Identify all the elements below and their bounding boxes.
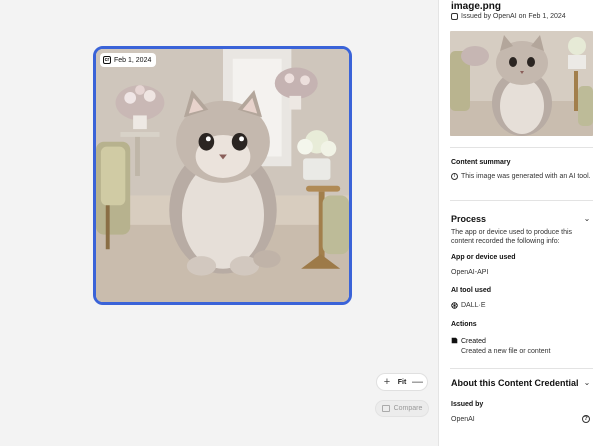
actions-label: Actions [451,321,477,328]
ai-tool-value: DALL·E [461,302,486,309]
compare-icon [381,405,390,412]
image-date-chip: cr Feb 1, 2024 [100,53,157,67]
issued-text: Issued by OpenAI on Feb 1, 2024 [461,13,566,20]
help-icon[interactable]: ? [582,415,590,423]
compare-label: Compare [393,405,423,412]
file-name: image.png [451,1,502,12]
app-device-value: OpenAI-API [451,269,489,276]
issued-by-label: Issued by [451,401,484,408]
image-thumbnail [450,31,593,136]
process-heading[interactable]: Process [451,214,486,224]
content-summary-title: Content summary [451,159,511,166]
minus-icon[interactable]: — [412,377,423,388]
zoom-fit-button[interactable]: Fit [398,379,407,386]
action-title: Created [461,338,486,345]
divider [450,200,593,201]
content-credential-icon [451,13,458,20]
selected-image[interactable]: cr Feb 1, 2024 [93,46,352,305]
thumbnail-illustration [450,31,593,136]
image-date-label: Feb 1, 2024 [114,56,152,64]
details-panel: image.png Issued by OpenAI on Feb 1, 202… [438,0,614,446]
issued-by-value: OpenAI [451,416,475,423]
chevron-down-icon[interactable]: ⌄ [583,215,591,223]
compare-button[interactable]: Compare [375,400,429,417]
content-summary-text: This image was generated with an AI tool… [461,173,591,180]
cat-illustration [96,49,349,302]
plus-icon[interactable]: + [382,377,392,388]
openai-icon [451,302,458,309]
content-credential-icon: cr [103,56,111,64]
image-canvas: cr Feb 1, 2024 + Fit — Compare [0,0,438,446]
divider [450,368,593,369]
process-description: The app or device used to produce this c… [451,229,573,245]
about-heading[interactable]: About this Content Credential [451,378,579,388]
app-device-label: App or device used [451,254,516,261]
action-description: Created a new file or content [461,348,551,355]
created-icon [451,337,458,344]
ai-tool-label: AI tool used [451,287,492,294]
zoom-controls: + Fit — [376,373,428,391]
info-icon: i [451,173,458,180]
chevron-down-icon[interactable]: ⌄ [583,379,591,387]
divider [450,147,593,148]
issued-line: Issued by OpenAI on Feb 1, 2024 [451,13,566,20]
